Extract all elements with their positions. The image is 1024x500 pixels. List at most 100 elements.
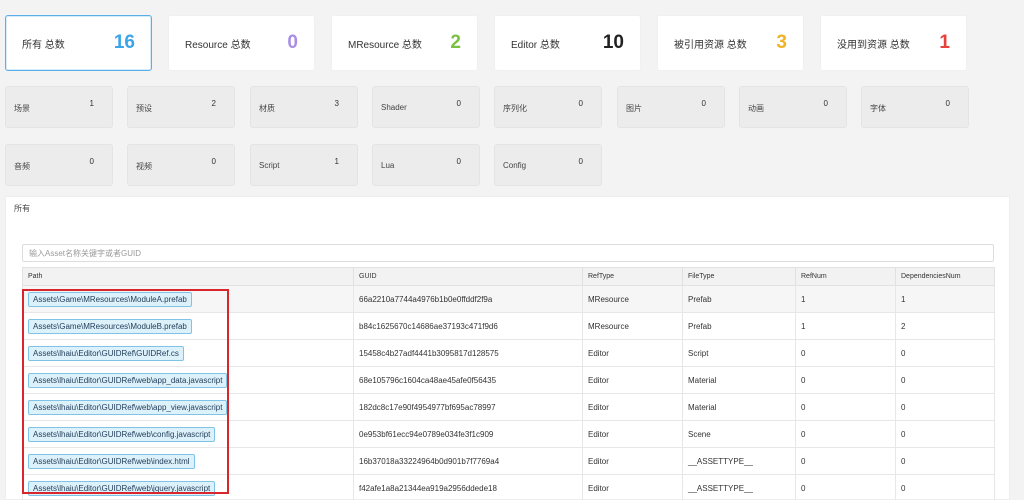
cell-refnum: 1: [795, 312, 896, 340]
cell-filetype: Material: [682, 366, 796, 394]
cell-depnum: 0: [895, 447, 995, 475]
table-row[interactable]: Assets\lhaiu\Editor\GUIDRef\web\app_data…: [22, 366, 995, 394]
type-label: 视频: [136, 162, 152, 171]
type-card-prefab[interactable]: 预设 2: [127, 86, 235, 128]
path-link[interactable]: Assets\lhaiu\Editor\GUIDRef\web\app_view…: [28, 399, 228, 415]
type-count: 0: [823, 99, 828, 108]
summary-card-resource[interactable]: Resource 总数 0: [168, 15, 315, 71]
type-count: 0: [456, 157, 461, 166]
type-label: 预设: [136, 104, 152, 113]
type-card-lua[interactable]: Lua 0: [372, 144, 480, 186]
summary-card-mresource[interactable]: MResource 总数 2: [331, 15, 478, 71]
cell-refnum: 0: [795, 420, 896, 448]
cell-guid: b84c1625670c14686ae37193c471f9d6: [353, 312, 583, 340]
path-link[interactable]: Assets\lhaiu\Editor\GUIDRef\web\config.j…: [28, 426, 216, 442]
column-header-filetype[interactable]: FileType: [682, 267, 796, 286]
type-card-scene[interactable]: 场景 1: [5, 86, 113, 128]
type-card-video[interactable]: 视频 0: [127, 144, 235, 186]
cell-depnum: 0: [895, 420, 995, 448]
cell-path: Assets\lhaiu\Editor\GUIDRef\web\app_data…: [22, 366, 354, 394]
path-link[interactable]: Assets\lhaiu\Editor\GUIDRef\web\index.ht…: [28, 453, 195, 469]
column-header-path[interactable]: Path: [22, 267, 354, 286]
type-label: Config: [503, 161, 527, 170]
summary-value: 0: [287, 32, 298, 53]
cell-depnum: 0: [895, 366, 995, 394]
cell-filetype: Scene: [682, 420, 796, 448]
cell-depnum: 0: [895, 474, 995, 500]
cell-depnum: 1: [895, 285, 995, 313]
table-header-row: Path GUID RefType FileType RefNum Depend…: [22, 267, 995, 286]
cell-depnum: 2: [895, 312, 995, 340]
cell-path: Assets\lhaiu\Editor\GUIDRef\web\index.ht…: [22, 447, 354, 475]
table-row[interactable]: Assets\lhaiu\Editor\GUIDRef\web\config.j…: [22, 420, 995, 448]
cell-refnum: 0: [795, 447, 896, 475]
summary-label: Editor 总数: [511, 39, 560, 51]
type-count: 1: [334, 157, 339, 166]
cell-reftype: Editor: [582, 447, 683, 475]
path-link[interactable]: Assets\lhaiu\Editor\GUIDRef\GUIDRef.cs: [28, 345, 184, 361]
cell-filetype: Script: [682, 339, 796, 367]
cell-path: Assets\Game\MResources\ModuleB.prefab: [22, 312, 354, 340]
cell-reftype: Editor: [582, 339, 683, 367]
column-header-refnum[interactable]: RefNum: [795, 267, 896, 286]
summary-label: 被引用资源 总数: [674, 39, 747, 51]
cell-refnum: 0: [795, 366, 896, 394]
type-card-material[interactable]: 材质 3: [250, 86, 358, 128]
cell-guid: 182dc8c17e90f4954977bf695ac78997: [353, 393, 583, 421]
summary-label: 没用到资源 总数: [837, 39, 910, 51]
type-card-audio[interactable]: 音频 0: [5, 144, 113, 186]
cell-guid: f42afe1a8a21344ea919a2956ddede18: [353, 474, 583, 500]
summary-label: Resource 总数: [185, 39, 251, 51]
cell-path: Assets\lhaiu\Editor\GUIDRef\web\app_view…: [22, 393, 354, 421]
summary-value: 2: [450, 32, 461, 53]
summary-card-all[interactable]: 所有 总数 16: [5, 15, 152, 71]
cell-reftype: Editor: [582, 393, 683, 421]
table-row[interactable]: Assets\lhaiu\Editor\GUIDRef\web\app_view…: [22, 393, 995, 421]
type-card-font[interactable]: 字体 0: [861, 86, 969, 128]
path-link[interactable]: Assets\lhaiu\Editor\GUIDRef\web\app_data…: [28, 372, 228, 388]
table-row[interactable]: Assets\Game\MResources\ModuleA.prefab 66…: [22, 285, 995, 313]
type-count: 2: [211, 99, 216, 108]
summary-value: 1: [939, 32, 950, 53]
type-card-serialized[interactable]: 序列化 0: [494, 86, 602, 128]
summary-value: 16: [113, 32, 135, 53]
table-row[interactable]: Assets\lhaiu\Editor\GUIDRef\web\jquery.j…: [22, 474, 995, 500]
cell-filetype: Material: [682, 393, 796, 421]
column-header-depnum[interactable]: DependenciesNum: [895, 267, 995, 286]
cell-refnum: 0: [795, 393, 896, 421]
cell-reftype: Editor: [582, 474, 683, 500]
type-label: Script: [259, 161, 280, 170]
path-link[interactable]: Assets\Game\MResources\ModuleA.prefab: [28, 291, 192, 307]
search-input[interactable]: [22, 244, 994, 262]
column-header-reftype[interactable]: RefType: [582, 267, 683, 286]
table-row[interactable]: Assets\lhaiu\Editor\GUIDRef\GUIDRef.cs 1…: [22, 339, 995, 367]
type-card-script[interactable]: Script 1: [250, 144, 358, 186]
type-count: 0: [578, 99, 583, 108]
summary-card-referenced[interactable]: 被引用资源 总数 3: [657, 15, 804, 71]
cell-filetype: Prefab: [682, 285, 796, 313]
type-count: 3: [334, 99, 339, 108]
column-header-guid[interactable]: GUID: [353, 267, 583, 286]
cell-depnum: 0: [895, 393, 995, 421]
path-link[interactable]: Assets\lhaiu\Editor\GUIDRef\web\jquery.j…: [28, 480, 216, 496]
summary-card-unused[interactable]: 没用到资源 总数 1: [820, 15, 967, 71]
type-card-image[interactable]: 图片 0: [617, 86, 725, 128]
type-card-config[interactable]: Config 0: [494, 144, 602, 186]
table-row[interactable]: Assets\lhaiu\Editor\GUIDRef\web\index.ht…: [22, 447, 995, 475]
path-link[interactable]: Assets\Game\MResources\ModuleB.prefab: [28, 318, 192, 334]
type-count: 0: [701, 99, 706, 108]
summary-label: 所有 总数: [22, 39, 65, 51]
cell-path: Assets\lhaiu\Editor\GUIDRef\GUIDRef.cs: [22, 339, 354, 367]
type-label: 字体: [870, 104, 886, 113]
cell-guid: 68e105796c1604ca48ae45afe0f56435: [353, 366, 583, 394]
table-row[interactable]: Assets\Game\MResources\ModuleB.prefab b8…: [22, 312, 995, 340]
type-card-animation[interactable]: 动画 0: [739, 86, 847, 128]
summary-card-editor[interactable]: Editor 总数 10: [494, 15, 641, 71]
type-count: 0: [456, 99, 461, 108]
type-label: 材质: [259, 104, 275, 113]
type-label: 场景: [14, 104, 30, 113]
type-count: 0: [578, 157, 583, 166]
cell-filetype: Prefab: [682, 312, 796, 340]
type-card-shader[interactable]: Shader 0: [372, 86, 480, 128]
summary-label: MResource 总数: [348, 39, 422, 51]
